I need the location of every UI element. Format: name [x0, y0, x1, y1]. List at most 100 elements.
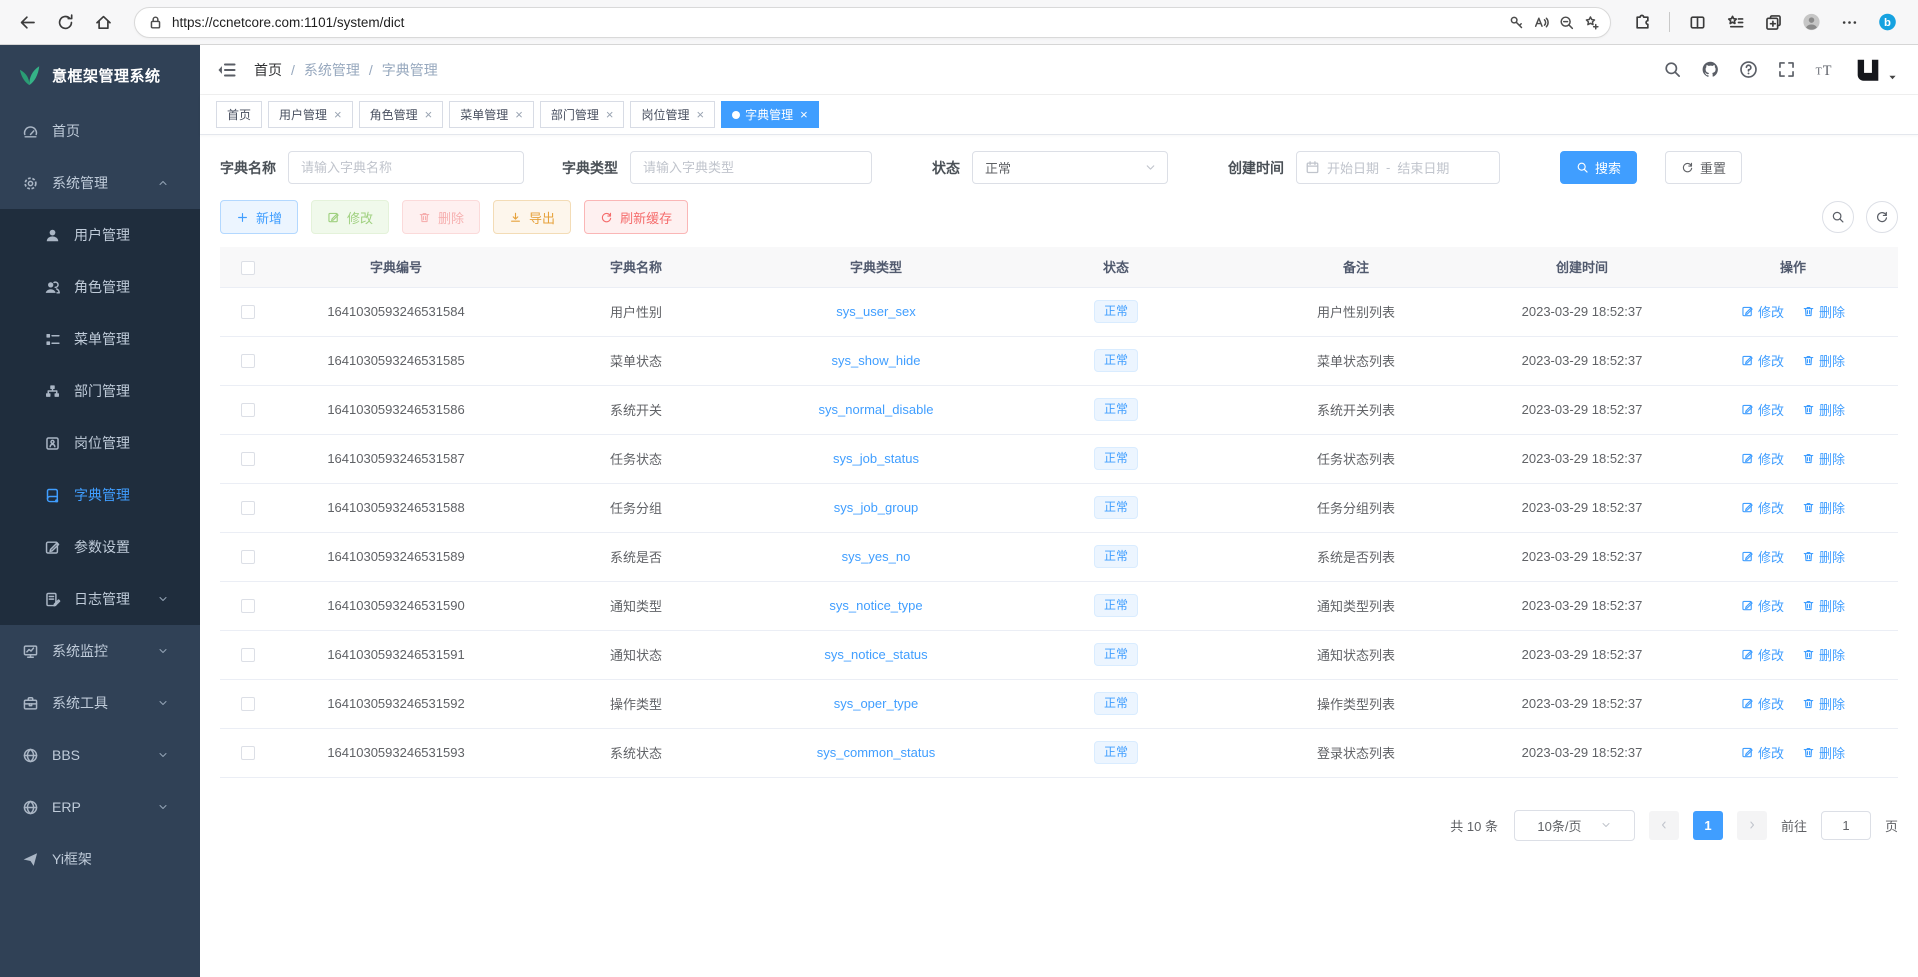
- lock-icon[interactable]: [147, 14, 164, 31]
- fullscreen-icon[interactable]: [1777, 60, 1796, 79]
- sidebar-item-system-monitor[interactable]: 系统监控: [0, 625, 200, 677]
- dict-type-link[interactable]: sys_notice_status: [824, 647, 927, 662]
- delete-button[interactable]: 删除: [402, 200, 480, 234]
- row-checkbox[interactable]: [241, 354, 255, 368]
- help-icon[interactable]: [1739, 60, 1758, 79]
- select-all-checkbox[interactable]: [241, 261, 255, 275]
- url-text[interactable]: https://ccnetcore.com:1101/system/dict: [172, 15, 1500, 30]
- tab-close-icon[interactable]: ×: [425, 108, 433, 121]
- browser-refresh-button[interactable]: [48, 5, 82, 39]
- dict-type-link[interactable]: sys_job_status: [833, 451, 919, 466]
- sidebar-item-bbs[interactable]: BBS: [0, 729, 200, 781]
- row-delete-link[interactable]: 删除: [1802, 302, 1845, 321]
- row-edit-link[interactable]: 修改: [1741, 547, 1784, 566]
- sidebar-item-erp[interactable]: ERP: [0, 781, 200, 833]
- sidebar-fold-icon[interactable]: [216, 59, 238, 81]
- text-size-icon[interactable]: TT: [1815, 60, 1834, 79]
- refresh-table-button[interactable]: [1866, 201, 1898, 233]
- row-checkbox[interactable]: [241, 305, 255, 319]
- dict-type-link[interactable]: sys_normal_disable: [819, 402, 934, 417]
- tab-user-manage[interactable]: 用户管理×: [268, 101, 353, 128]
- sidebar-item-dict-manage[interactable]: 字典管理: [0, 469, 200, 521]
- tab-dict-manage[interactable]: 字典管理×: [721, 101, 819, 128]
- dict-type-link[interactable]: sys_oper_type: [834, 696, 919, 711]
- zoom-out-icon[interactable]: [1558, 14, 1575, 31]
- password-key-icon[interactable]: [1508, 14, 1525, 31]
- tab-close-icon[interactable]: ×: [696, 108, 704, 121]
- date-range-picker[interactable]: 开始日期 - 结束日期: [1296, 151, 1500, 184]
- dict-type-link[interactable]: sys_yes_no: [842, 549, 911, 564]
- sidebar-item-dept-manage[interactable]: 部门管理: [0, 365, 200, 417]
- page-size-select[interactable]: 10条/页: [1514, 810, 1635, 841]
- row-delete-link[interactable]: 删除: [1802, 400, 1845, 419]
- sidebar-item-param-settings[interactable]: 参数设置: [0, 521, 200, 573]
- add-button[interactable]: 新增: [220, 200, 298, 234]
- sidebar-item-log-manage[interactable]: 日志管理: [0, 573, 200, 625]
- row-edit-link[interactable]: 修改: [1741, 302, 1784, 321]
- browser-home-button[interactable]: [86, 5, 120, 39]
- read-aloud-icon[interactable]: [1533, 14, 1550, 31]
- collections-button[interactable]: [1756, 5, 1790, 39]
- tab-menu-manage[interactable]: 菜单管理×: [449, 101, 534, 128]
- refresh-cache-button[interactable]: 刷新缓存: [584, 200, 688, 234]
- sidebar-item-system-tools[interactable]: 系统工具: [0, 677, 200, 729]
- sidebar-item-yi-framework[interactable]: Yi框架: [0, 833, 200, 885]
- row-delete-link[interactable]: 删除: [1802, 596, 1845, 615]
- search-button[interactable]: 搜索: [1560, 151, 1637, 184]
- dict-type-link[interactable]: sys_common_status: [817, 745, 936, 760]
- row-delete-link[interactable]: 删除: [1802, 498, 1845, 517]
- sidebar-item-user-manage[interactable]: 用户管理: [0, 209, 200, 261]
- row-edit-link[interactable]: 修改: [1741, 743, 1784, 762]
- row-checkbox[interactable]: [241, 599, 255, 613]
- edit-button[interactable]: 修改: [311, 200, 389, 234]
- browser-more-button[interactable]: [1832, 5, 1866, 39]
- sidebar-item-menu-manage[interactable]: 菜单管理: [0, 313, 200, 365]
- dict-type-link[interactable]: sys_notice_type: [829, 598, 922, 613]
- sidebar-item-system-manage[interactable]: 系统管理: [0, 157, 200, 209]
- tab-role-manage[interactable]: 角色管理×: [359, 101, 444, 128]
- row-edit-link[interactable]: 修改: [1741, 449, 1784, 468]
- show-search-toggle-button[interactable]: [1822, 201, 1854, 233]
- profile-button[interactable]: [1794, 5, 1828, 39]
- row-delete-link[interactable]: 删除: [1802, 351, 1845, 370]
- dict-name-input[interactable]: [288, 151, 524, 184]
- row-delete-link[interactable]: 删除: [1802, 547, 1845, 566]
- dict-type-link[interactable]: sys_job_group: [834, 500, 919, 515]
- row-delete-link[interactable]: 删除: [1802, 694, 1845, 713]
- row-delete-link[interactable]: 删除: [1802, 743, 1845, 762]
- row-delete-link[interactable]: 删除: [1802, 645, 1845, 664]
- dict-type-link[interactable]: sys_show_hide: [832, 353, 921, 368]
- extensions-button[interactable]: [1625, 5, 1659, 39]
- row-delete-link[interactable]: 删除: [1802, 449, 1845, 468]
- tab-close-icon[interactable]: ×: [606, 108, 614, 121]
- row-edit-link[interactable]: 修改: [1741, 400, 1784, 419]
- tab-dept-manage[interactable]: 部门管理×: [540, 101, 625, 128]
- row-checkbox[interactable]: [241, 550, 255, 564]
- sidebar-item-role-manage[interactable]: 角色管理: [0, 261, 200, 313]
- row-edit-link[interactable]: 修改: [1741, 645, 1784, 664]
- row-checkbox[interactable]: [241, 501, 255, 515]
- sidebar-item-post-manage[interactable]: 岗位管理: [0, 417, 200, 469]
- user-menu[interactable]: [1853, 55, 1898, 85]
- github-icon[interactable]: [1701, 60, 1720, 79]
- favorite-add-icon[interactable]: [1583, 14, 1600, 31]
- row-edit-link[interactable]: 修改: [1741, 694, 1784, 713]
- goto-page-input[interactable]: [1821, 811, 1871, 840]
- search-icon[interactable]: [1663, 60, 1682, 79]
- prev-page-button[interactable]: [1649, 811, 1679, 840]
- row-edit-link[interactable]: 修改: [1741, 596, 1784, 615]
- row-checkbox[interactable]: [241, 648, 255, 662]
- app-logo[interactable]: 意框架管理系统: [0, 45, 200, 105]
- status-select[interactable]: 正常: [972, 151, 1168, 184]
- favorites-button[interactable]: [1718, 5, 1752, 39]
- split-screen-button[interactable]: [1680, 5, 1714, 39]
- tab-home[interactable]: 首页: [216, 101, 262, 128]
- reset-button[interactable]: 重置: [1665, 151, 1742, 184]
- sidebar-item-home[interactable]: 首页: [0, 105, 200, 157]
- tab-close-icon[interactable]: ×: [515, 108, 523, 121]
- copilot-button[interactable]: b: [1870, 5, 1904, 39]
- row-checkbox[interactable]: [241, 403, 255, 417]
- export-button[interactable]: 导出: [493, 200, 571, 234]
- dict-type-input[interactable]: [630, 151, 872, 184]
- tab-post-manage[interactable]: 岗位管理×: [630, 101, 715, 128]
